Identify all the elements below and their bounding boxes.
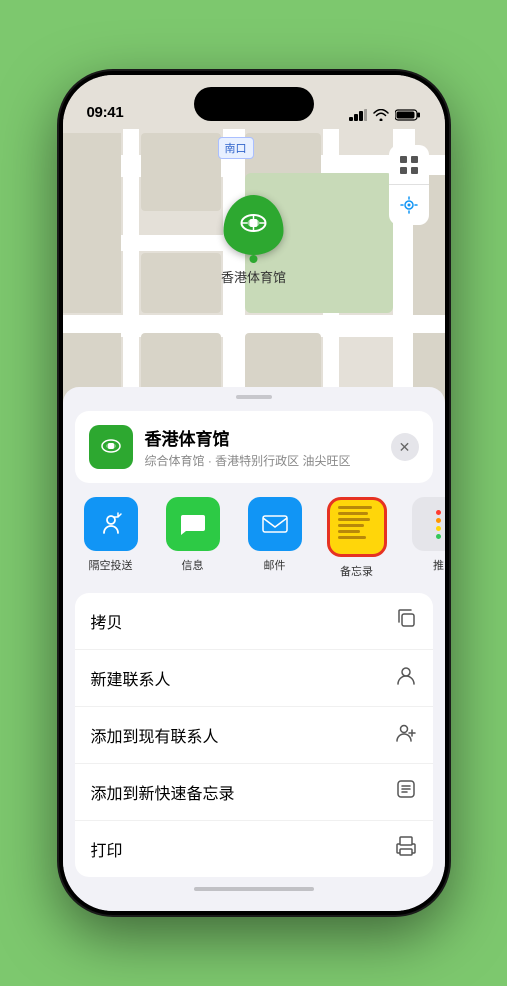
copy-label: 拷贝 <box>91 609 123 633</box>
venue-info: 香港体育馆 综合体育馆 · 香港特别行政区 油尖旺区 <box>145 425 379 469</box>
venue-icon <box>89 425 133 469</box>
airdrop-label: 隔空投送 <box>89 557 133 573</box>
quick-memo-label: 添加到新快速备忘录 <box>91 780 235 804</box>
menu-item-quick-memo[interactable]: 添加到新快速备忘录 <box>75 764 433 821</box>
mail-icon <box>248 497 302 551</box>
wifi-icon <box>373 109 389 121</box>
action-more[interactable]: 推 <box>403 497 445 579</box>
messages-icon <box>166 497 220 551</box>
pin-icon <box>223 195 283 255</box>
print-label: 打印 <box>91 837 123 861</box>
action-mail[interactable]: 邮件 <box>239 497 311 579</box>
action-airdrop[interactable]: 隔空投送 <box>75 497 147 579</box>
messages-label: 信息 <box>182 557 204 573</box>
map-controls <box>389 145 429 225</box>
dot-orange <box>436 518 441 523</box>
actions-row: 隔空投送 信息 <box>63 483 445 583</box>
map-label-south: 南口 <box>218 137 254 159</box>
menu-item-print[interactable]: 打印 <box>75 821 433 877</box>
person-add-icon <box>395 721 417 749</box>
action-notes[interactable]: 备忘录 <box>321 497 393 579</box>
pin-label: 香港体育馆 <box>221 267 286 286</box>
print-icon <box>395 835 417 863</box>
status-time: 09:41 <box>87 104 124 121</box>
person-icon <box>395 664 417 692</box>
action-messages[interactable]: 信息 <box>157 497 229 579</box>
copy-icon <box>395 607 417 635</box>
dynamic-island <box>194 87 314 121</box>
battery-icon <box>395 109 421 121</box>
close-button[interactable]: ✕ <box>391 433 419 461</box>
venue-card: 香港体育馆 综合体育馆 · 香港特别行政区 油尖旺区 ✕ <box>75 411 433 483</box>
menu-item-copy[interactable]: 拷贝 <box>75 593 433 650</box>
mail-label: 邮件 <box>264 557 286 573</box>
phone-frame: 09:41 <box>59 71 449 915</box>
dot-green <box>436 534 441 539</box>
notes-label: 备忘录 <box>340 563 373 579</box>
menu-item-new-contact[interactable]: 新建联系人 <box>75 650 433 707</box>
bottom-sheet: 香港体育馆 综合体育馆 · 香港特别行政区 油尖旺区 ✕ 隔 <box>63 387 445 911</box>
memo-icon <box>395 778 417 806</box>
sheet-handle <box>236 395 272 399</box>
dot-red <box>436 510 441 515</box>
home-indicator <box>194 887 314 891</box>
venue-subtitle: 综合体育馆 · 香港特别行政区 油尖旺区 <box>145 452 379 469</box>
add-contact-label: 添加到现有联系人 <box>91 723 219 747</box>
airdrop-icon <box>84 497 138 551</box>
status-icons <box>349 109 421 121</box>
menu-list: 拷贝 新建联系人 <box>75 593 433 877</box>
more-label: 推 <box>433 557 444 573</box>
menu-item-add-contact[interactable]: 添加到现有联系人 <box>75 707 433 764</box>
dot-yellow <box>436 526 441 531</box>
more-icon <box>412 497 445 551</box>
venue-name: 香港体育馆 <box>145 425 379 450</box>
location-button[interactable] <box>389 185 429 225</box>
new-contact-label: 新建联系人 <box>91 666 171 690</box>
signal-icon <box>349 109 367 121</box>
notes-icon <box>327 497 387 557</box>
map-layers-button[interactable] <box>389 145 429 185</box>
map-pin: 香港体育馆 <box>221 195 286 286</box>
phone-screen: 09:41 <box>63 75 445 911</box>
